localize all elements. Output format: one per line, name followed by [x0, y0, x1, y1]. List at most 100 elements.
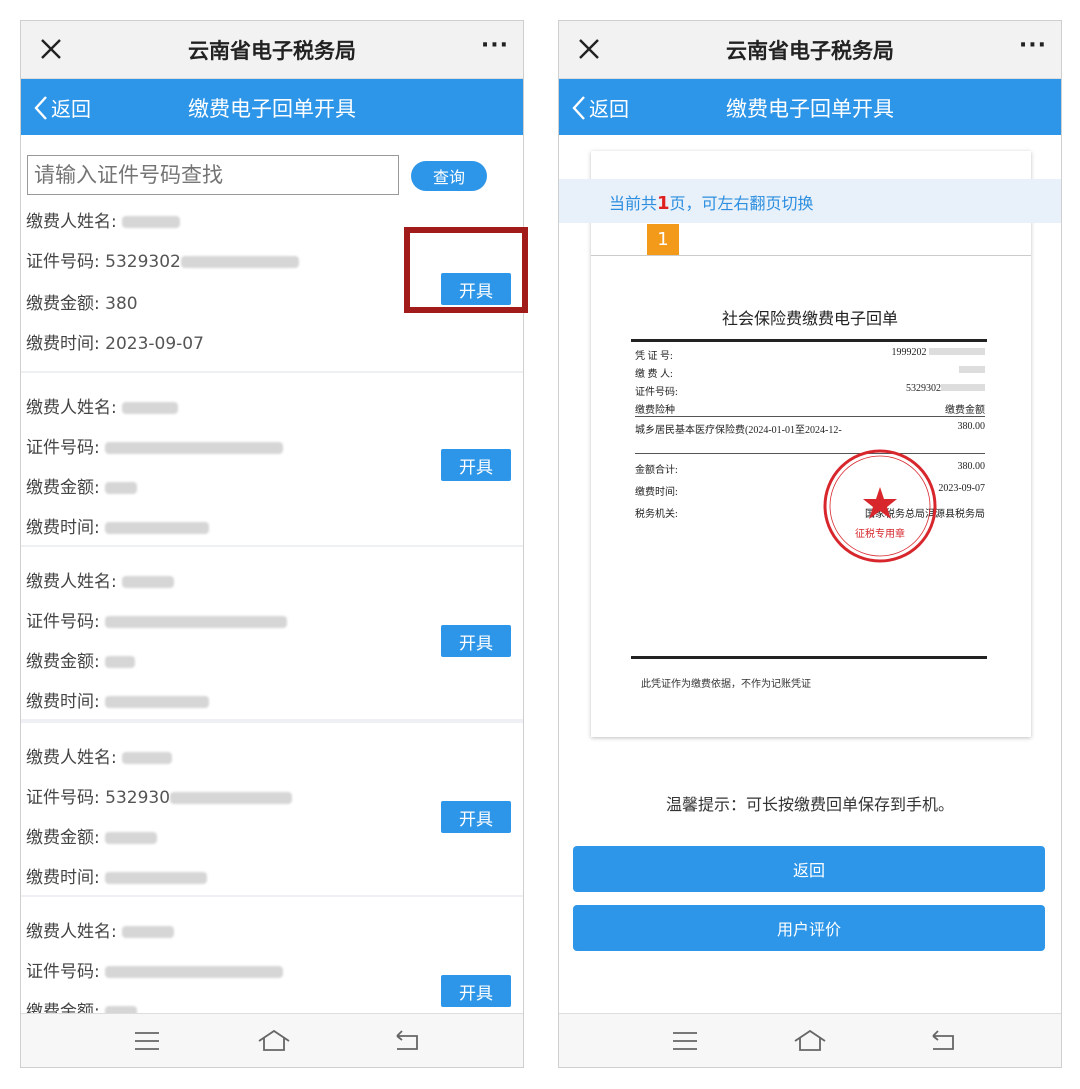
field-label: 缴费人姓名:: [26, 748, 117, 768]
time-row: 缴费时间:: [26, 513, 210, 538]
payer-name-row: 缴费人姓名:: [26, 743, 173, 768]
id-row: 证件号码:: [26, 607, 288, 632]
page-indicator: 当前共1页，可左右翻页切换: [559, 179, 1061, 223]
field-label: 缴费人姓名:: [26, 572, 117, 592]
back-arrow-icon[interactable]: [393, 1028, 421, 1054]
time-value: 2023-09-07: [105, 334, 204, 354]
issue-button[interactable]: 开具: [441, 801, 511, 833]
amount-row: 缴费金额: 380: [26, 289, 138, 314]
title-bar: 云南省电子税务局 ···: [559, 21, 1061, 79]
search-input[interactable]: [27, 155, 399, 195]
field-label: 缴 费 人:: [635, 369, 673, 380]
field-label: 缴费人姓名:: [26, 922, 117, 942]
amount-value: 380: [105, 294, 138, 314]
page-indicator-prefix: 当前共: [609, 194, 658, 213]
divider: [635, 416, 985, 417]
field-label: 缴费金额:: [26, 294, 100, 314]
highlight-annotation: [404, 227, 528, 313]
time-row: 缴费时间:: [26, 687, 210, 712]
header-row: 缴费险种 缴费金额: [635, 401, 985, 416]
menu-icon[interactable]: [133, 1028, 161, 1054]
id-row: 证件号码: 5329302: [26, 247, 299, 272]
voucher-value: 1999202: [892, 347, 985, 358]
receipt-title: 社会保险费缴费电子回单: [721, 309, 898, 328]
payer-name-row: 缴费人姓名:: [26, 917, 175, 942]
window-title: 云南省电子税务局: [188, 39, 356, 63]
issue-button[interactable]: 开具: [441, 449, 511, 481]
field-label: 证件号码:: [635, 387, 678, 398]
system-nav-bar: [21, 1013, 523, 1067]
phone-screen-right: 云南省电子税务局 ··· 返回 缴费电子回单开具 当前共1页，可左右翻页切换 1…: [558, 20, 1062, 1068]
field-label: 凭 证 号:: [635, 351, 673, 362]
back-arrow-icon[interactable]: [929, 1028, 957, 1054]
receipt-note: 此凭证作为缴费依据，不作为记账凭证: [641, 679, 811, 690]
list-item: 缴费人姓名: 证件号码: 缴费金额: 开具: [21, 897, 523, 1015]
receipt-view: 当前共1页，可左右翻页切换 1 社会保险费缴费电子回单 凭 证 号: 199920…: [559, 135, 1061, 1015]
item-amount: 380.00: [957, 421, 986, 432]
id-value: 532930: [105, 788, 171, 808]
field-label: 证件号码:: [26, 788, 100, 808]
window-title: 云南省电子税务局: [726, 39, 894, 63]
official-seal: 征税专用章: [823, 449, 937, 563]
svg-text:征税专用章: 征税专用章: [855, 527, 905, 540]
field-label: 缴费时间:: [635, 487, 678, 498]
list-item: 缴费人姓名: 证件号码: 532930 缴费金额: 缴费时间: 开具: [21, 723, 523, 895]
field-label: 缴费人姓名:: [26, 398, 117, 418]
id-value: 5329302: [105, 252, 181, 272]
page-count: 1: [657, 193, 670, 214]
payer-row: 缴 费 人:: [635, 365, 985, 380]
field-label: 税务机关:: [635, 509, 678, 520]
voucher-row: 凭 证 号: 1999202: [635, 347, 985, 362]
return-button[interactable]: 返回: [573, 846, 1045, 892]
nav-bar: 返回 缴费电子回单开具: [559, 79, 1061, 135]
search-row: 查询: [21, 135, 523, 205]
issue-button[interactable]: 开具: [441, 625, 511, 657]
id-row: 证件号码: 5329302: [635, 383, 985, 398]
payer-name-row: 缴费人姓名:: [26, 567, 175, 592]
page-title: 缴费电子回单开具: [188, 97, 356, 121]
item-text: 城乡居民基本医疗保险费(2024-01-01至2024-12-: [635, 425, 842, 436]
total-value: 380.00: [957, 461, 986, 472]
menu-icon[interactable]: [671, 1028, 699, 1054]
id-value: 5329302: [906, 383, 985, 394]
amount-row: 缴费金额:: [26, 823, 158, 848]
field-label: 金额合计:: [635, 465, 678, 476]
rate-button[interactable]: 用户评价: [573, 905, 1045, 951]
payer-value: [959, 365, 985, 376]
system-nav-bar: [559, 1013, 1061, 1067]
field-label: 缴费人姓名:: [26, 212, 117, 232]
field-label: 缴费金额:: [26, 828, 100, 848]
issue-button[interactable]: 开具: [441, 975, 511, 1007]
field-label: 缴费金额:: [26, 478, 100, 498]
id-row: 证件号码:: [26, 957, 284, 982]
phone-screen-left: 云南省电子税务局 ··· 返回 缴费电子回单开具 查询 缴费人姓名: 证件号码:…: [20, 20, 524, 1068]
divider: [631, 656, 987, 659]
id-row: 证件号码: 532930: [26, 783, 293, 808]
field-label: 缴费时间:: [26, 518, 100, 538]
list-item: 缴费人姓名: 证件号码: 缴费金额: 缴费时间: 开具: [21, 547, 523, 719]
field-label: 证件号码:: [26, 252, 100, 272]
field-label: 证件号码:: [26, 962, 100, 982]
page-title: 缴费电子回单开具: [726, 97, 894, 121]
amount-row: 缴费金额:: [26, 473, 138, 498]
payer-name-row: 缴费人姓名:: [26, 207, 181, 232]
hint-text: 温馨提示：可长按缴费回单保存到手机。: [665, 795, 954, 814]
home-icon[interactable]: [257, 1028, 291, 1054]
search-button[interactable]: 查询: [411, 161, 487, 191]
time-row: 缴费时间:: [26, 863, 208, 888]
title-bar: 云南省电子税务局 ···: [21, 21, 523, 79]
payer-name-row: 缴费人姓名:: [26, 393, 179, 418]
time-value: 2023-09-07: [938, 483, 985, 494]
home-icon[interactable]: [793, 1028, 827, 1054]
more-icon[interactable]: ···: [481, 33, 509, 58]
list-item: 缴费人姓名: 证件号码: 缴费金额: 缴费时间: 开具: [21, 373, 523, 545]
more-icon[interactable]: ···: [1019, 33, 1047, 58]
field-label: 证件号码:: [26, 612, 100, 632]
nav-bar: 返回 缴费电子回单开具: [21, 79, 523, 135]
field-label: 缴费金额:: [26, 652, 100, 672]
time-row: 缴费时间: 2023-09-07: [26, 329, 204, 354]
divider: [631, 339, 987, 342]
column-header: 缴费金额: [945, 405, 985, 416]
page-tab[interactable]: 1: [647, 224, 679, 256]
field-label: 缴费时间:: [26, 334, 100, 354]
